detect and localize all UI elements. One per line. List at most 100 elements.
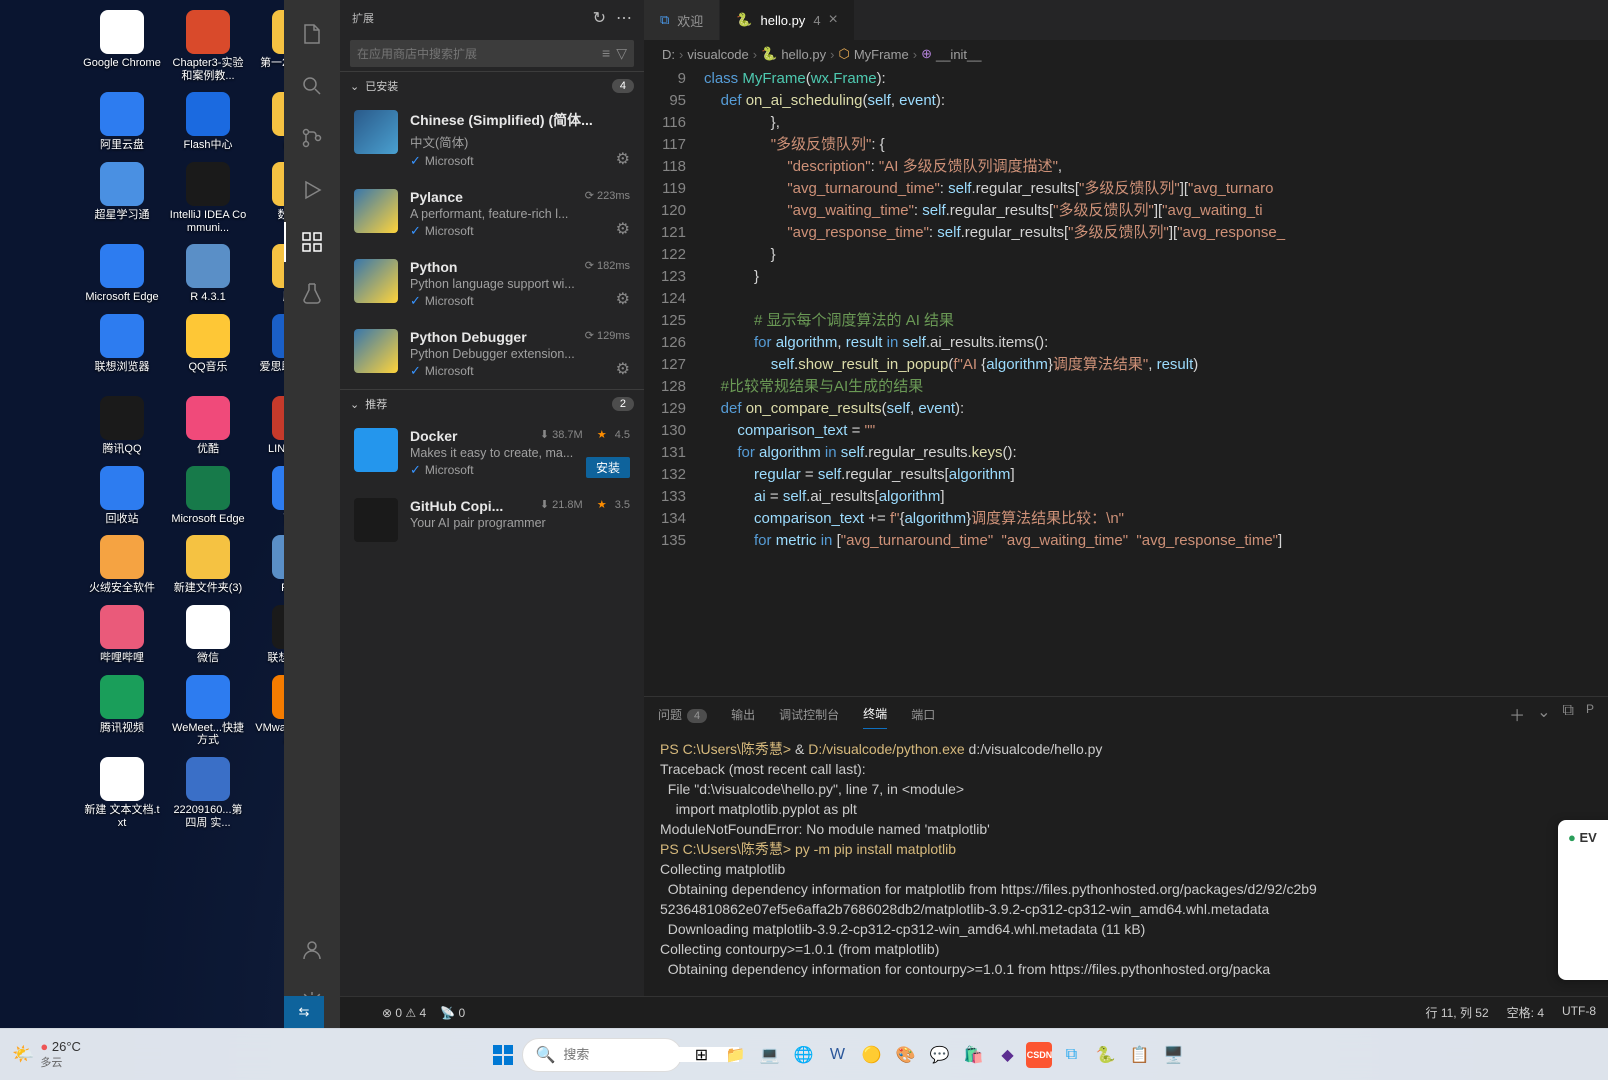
desktop-icon[interactable]: Google Chrome	[82, 10, 162, 82]
breadcrumb-part[interactable]: MyFrame	[854, 47, 909, 62]
tab-hello-py[interactable]: 🐍 hello.py 4 ×	[720, 0, 855, 40]
weather-widget[interactable]: 🌤️ ● 26°C 多云	[12, 1039, 81, 1070]
panel-tab-output[interactable]: 输出	[731, 700, 755, 729]
extensions-icon[interactable]	[284, 216, 340, 268]
testing-icon[interactable]	[284, 268, 340, 320]
desktop-icon[interactable]: 哔哩哔哩	[82, 605, 162, 665]
lenovo-app-icon[interactable]: 💻	[754, 1040, 784, 1070]
desktop-icon[interactable]: 火绒安全软件	[82, 535, 162, 595]
explorer-icon[interactable]	[284, 8, 340, 60]
breadcrumb-part[interactable]: visualcode	[687, 47, 748, 62]
vscode-taskbar-icon[interactable]: ⧉	[1056, 1040, 1086, 1070]
breadcrumb-part[interactable]: D:	[662, 47, 675, 62]
desktop-icon[interactable]: WeMeet...快捷方式	[168, 675, 248, 747]
filter-lines-icon[interactable]: ≡	[602, 45, 610, 62]
new-terminal-icon[interactable]: ＋	[1509, 702, 1525, 726]
copilot-icon[interactable]: 🎨	[890, 1040, 920, 1070]
breadcrumb-part[interactable]: __init__	[936, 47, 982, 62]
desktop-icon[interactable]: 新建 文本文档.txt	[82, 757, 162, 829]
recommended-label: 推荐	[365, 396, 387, 412]
breadcrumb-part[interactable]: hello.py	[781, 47, 826, 62]
extension-item[interactable]: PythonPython language support wi... ✓ Mi…	[340, 249, 644, 319]
python-file-icon: 🐍	[736, 12, 752, 28]
code-editor[interactable]: 9class MyFrame(wx.Frame):95 def on_ai_sc…	[644, 68, 1608, 696]
tab-welcome[interactable]: ⧉ 欢迎	[644, 0, 720, 40]
desktop-icon[interactable]: R 4.3.1	[168, 244, 248, 304]
editor-area: ⧉ 欢迎 🐍 hello.py 4 × D:› visualcode› 🐍hel…	[644, 0, 1608, 996]
desktop-icon[interactable]: 回收站	[82, 466, 162, 526]
account-icon[interactable]	[284, 924, 340, 976]
taskbar-search[interactable]: 🔍	[522, 1038, 682, 1072]
desktop-icon[interactable]: IntelliJ IDEA Communi...	[168, 162, 248, 234]
desktop-icon[interactable]: 阿里云盘	[82, 92, 162, 152]
vs-icon[interactable]: ◆	[992, 1040, 1022, 1070]
search-icon[interactable]	[284, 60, 340, 112]
panel-tab-terminal[interactable]: 终端	[863, 699, 887, 729]
desktop-icon[interactable]: 腾讯视频	[82, 675, 162, 747]
desktop-icon[interactable]: Chapter3-实验和案例教...	[168, 10, 248, 82]
desktop-icon[interactable]: 联想浏览器	[82, 314, 162, 386]
install-button[interactable]: 安装	[586, 457, 630, 478]
gear-icon[interactable]: ⚙	[616, 289, 630, 309]
filter-icon[interactable]: ▽	[616, 45, 627, 62]
split-terminal-icon[interactable]: ⧉	[1563, 702, 1574, 726]
status-encoding[interactable]: UTF-8	[1562, 1004, 1596, 1021]
extension-search-input[interactable]	[357, 47, 602, 61]
chevron-down-icon[interactable]: ⌄	[1537, 702, 1550, 726]
extension-item[interactable]: GitHub Copi...Your AI pair programmer ⬇ …	[340, 488, 644, 552]
app-icon[interactable]: 📋	[1124, 1040, 1154, 1070]
panel-tab-debug-console[interactable]: 调试控制台	[779, 700, 839, 729]
panel-tab-ports[interactable]: 端口	[911, 700, 935, 729]
remote-indicator[interactable]: ⇆	[284, 996, 324, 1028]
sidebar-title: 扩展	[352, 10, 374, 26]
edge-taskbar-icon[interactable]: 🌐	[788, 1040, 818, 1070]
recommended-section-header[interactable]: ⌄ 推荐 2	[340, 390, 644, 418]
desktop-icon[interactable]: Microsoft Edge	[82, 244, 162, 304]
start-button[interactable]	[488, 1040, 518, 1070]
extension-item[interactable]: PylanceA performant, feature-rich l... ✓…	[340, 179, 644, 249]
desktop-icon[interactable]: 微信	[168, 605, 248, 665]
tab-welcome-label: 欢迎	[677, 11, 703, 30]
extension-item[interactable]: Chinese (Simplified) (简体...中文(简体) ✓ Micr…	[340, 100, 644, 179]
installed-count-badge: 4	[612, 79, 634, 93]
installed-section-header[interactable]: ⌄ 已安装 4	[340, 72, 644, 100]
store-icon[interactable]: 🛍️	[958, 1040, 988, 1070]
close-icon[interactable]: ×	[829, 11, 838, 29]
wechat-taskbar-icon[interactable]: 💬	[924, 1040, 954, 1070]
word-icon[interactable]: W	[822, 1040, 852, 1070]
desktop-icon[interactable]: 新建文件夹(3)	[168, 535, 248, 595]
status-errors[interactable]: ⊗ 0 ⚠ 4	[382, 1006, 426, 1020]
refresh-icon[interactable]: ↻	[593, 8, 606, 28]
chrome-taskbar-icon[interactable]: 🟡	[856, 1040, 886, 1070]
task-view-icon[interactable]: ⊞	[686, 1040, 716, 1070]
panel-tab-problems[interactable]: 问题4	[658, 700, 707, 729]
desktop-icon[interactable]: Flash中心	[168, 92, 248, 152]
desktop-icon[interactable]: 超星学习通	[82, 162, 162, 234]
gear-icon[interactable]: ⚙	[616, 149, 630, 169]
desktop-icon[interactable]: QQ音乐	[168, 314, 248, 386]
gear-icon[interactable]: ⚙	[616, 219, 630, 239]
tab-dirty-indicator: 4	[813, 13, 820, 28]
status-spaces[interactable]: 空格: 4	[1507, 1004, 1544, 1021]
extension-search[interactable]: ≡ ▽	[350, 40, 634, 67]
desktop-icon[interactable]: Microsoft Edge	[168, 466, 248, 526]
source-control-icon[interactable]	[284, 112, 340, 164]
desktop-icon[interactable]: 优酷	[168, 396, 248, 456]
breadcrumb[interactable]: D:› visualcode› 🐍hello.py› ⬡MyFrame› ⊕__…	[644, 40, 1608, 68]
terminal-output[interactable]: PS C:\Users\陈秀慧> & D:/visualcode/python.…	[644, 731, 1608, 996]
extension-item[interactable]: DockerMakes it easy to create, ma... ✓ M…	[340, 418, 644, 488]
status-line-col[interactable]: 行 11, 列 52	[1426, 1004, 1489, 1021]
desktop-icon[interactable]: 腾讯QQ	[82, 396, 162, 456]
vmware-taskbar-icon[interactable]: 🖥️	[1158, 1040, 1188, 1070]
desktop-icon[interactable]: 22209160...第四周 实...	[168, 757, 248, 829]
gear-icon[interactable]: ⚙	[616, 359, 630, 379]
powershell-label[interactable]: P	[1586, 702, 1594, 726]
more-icon[interactable]: ⋯	[616, 8, 632, 28]
status-ports[interactable]: 📡 0	[440, 1006, 465, 1020]
extension-item[interactable]: Python DebuggerPython Debugger extension…	[340, 319, 644, 389]
csdn-icon[interactable]: CSDN	[1026, 1042, 1052, 1068]
run-debug-icon[interactable]	[284, 164, 340, 216]
notification-popup[interactable]: ● EV	[1558, 820, 1608, 980]
python-taskbar-icon[interactable]: 🐍	[1090, 1040, 1120, 1070]
explorer-taskbar-icon[interactable]: 📁	[720, 1040, 750, 1070]
